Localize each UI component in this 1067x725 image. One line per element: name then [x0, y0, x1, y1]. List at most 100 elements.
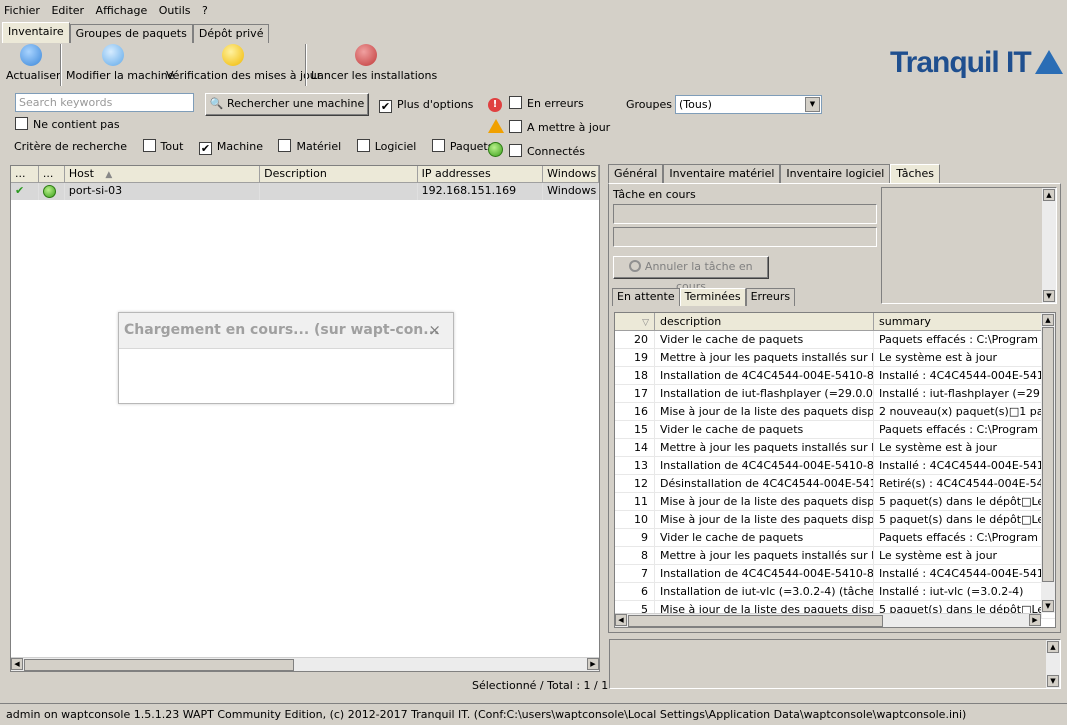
edit-machine-button[interactable]: Modifier la machine	[66, 44, 175, 88]
table-row[interactable]: 20 Vider le cache de paquets Paquets effac…	[615, 331, 1055, 349]
table-row[interactable]: 9 Vider le cache de paquets Paquets effacé…	[615, 529, 1055, 547]
output-vscrollbar[interactable]: ▲ ▼	[1046, 640, 1060, 688]
tab-inventaire-logiciel[interactable]: Inventaire logiciel	[780, 164, 891, 183]
scroll-down-icon[interactable]: ▼	[1042, 600, 1054, 612]
hosts-hscrollbar[interactable]: ◀ ▶	[11, 657, 599, 671]
tab-depot-prive[interactable]: Dépôt privé	[192, 24, 270, 43]
task-summary: Installé : iut-flashplayer (=29.0.0	[874, 385, 1042, 402]
refresh-button[interactable]: Actualiser	[6, 44, 61, 88]
table-row[interactable]: 18 Installation de 4C4C4544-004E-5410-80.…	[615, 367, 1055, 385]
launch-install-button[interactable]: Lancer les installations	[311, 44, 437, 88]
col-status[interactable]: ...	[11, 166, 39, 182]
col-id[interactable]: ▽	[615, 313, 655, 330]
col-summary[interactable]: summary	[874, 313, 1042, 330]
col-connection[interactable]: ...	[39, 166, 65, 182]
table-row[interactable]: 7 Installation de 4C4C4544-004E-5410-80..…	[615, 565, 1055, 583]
table-row[interactable]: 8 Mettre à jour les paquets installés sur…	[615, 547, 1055, 565]
col-windows[interactable]: Windows v	[543, 166, 599, 182]
task-description: Installation de iut-vlc (=3.0.2-4) (tâch…	[655, 583, 874, 600]
task-summary: Paquets effacés : C:\Program File	[874, 331, 1042, 348]
loading-dialog: Chargement en cours... (sur wapt-con... …	[118, 312, 454, 404]
more-options-checkbox[interactable]: ✔	[379, 100, 392, 113]
menu-affichage[interactable]: Affichage	[92, 0, 152, 22]
scroll-up-icon[interactable]: ▲	[1042, 314, 1054, 326]
scroll-thumb[interactable]	[24, 659, 294, 671]
task-summary: Installé : iut-vlc (=3.0.2-4)	[874, 583, 1042, 600]
tab-general[interactable]: Général	[608, 164, 664, 183]
log-vscrollbar[interactable]: ▲ ▼	[1042, 188, 1056, 303]
sort-descending-icon: ▽	[642, 318, 649, 328]
tab-erreurs[interactable]: Erreurs	[745, 288, 796, 306]
scroll-thumb[interactable]	[628, 615, 883, 627]
not-contains-option[interactable]: Ne contient pas	[15, 117, 120, 131]
task-description: Installation de iut-flashplayer (=29.0.0…	[655, 385, 874, 402]
criteria-paquets-checkbox[interactable]	[431, 139, 445, 152]
task-id: 7	[615, 565, 655, 582]
tasks-grid-header: ▽ description summary	[615, 313, 1055, 331]
tab-inventaire-materiel[interactable]: Inventaire matériel	[663, 164, 781, 183]
col-ip[interactable]: IP addresses	[418, 166, 544, 182]
criteria-tout-checkbox[interactable]	[142, 139, 156, 152]
table-row[interactable]: 10 Mise à jour de la liste des paquets di…	[615, 511, 1055, 529]
tab-groupes-paquets[interactable]: Groupes de paquets	[69, 24, 193, 43]
table-row[interactable]: 19 Mettre à jour les paquets installés su…	[615, 349, 1055, 367]
table-row[interactable]: 6 Installation de iut-vlc (=3.0.2-4) (tâc…	[615, 583, 1055, 601]
table-row[interactable]: 14 Mettre à jour les paquets installés su…	[615, 439, 1055, 457]
filter-connected[interactable]: Connectés	[488, 142, 585, 158]
col-host[interactable]: Host ▲	[65, 166, 261, 182]
scroll-right-icon[interactable]: ▶	[587, 658, 599, 670]
close-icon[interactable]: ×	[428, 321, 441, 339]
scroll-left-icon[interactable]: ◀	[615, 614, 627, 626]
table-row[interactable]: 12 Désinstallation de 4C4C4544-004E-5410.…	[615, 475, 1055, 493]
table-row[interactable]: 11 Mise à jour de la liste des paquets di…	[615, 493, 1055, 511]
update-checkbox[interactable]	[509, 120, 522, 133]
scroll-down-icon[interactable]: ▼	[1047, 675, 1059, 687]
menu-editer[interactable]: Editer	[47, 0, 88, 22]
menu-help[interactable]: ?	[198, 0, 212, 22]
errors-checkbox[interactable]	[509, 96, 522, 109]
menu-fichier[interactable]: Fichier	[0, 0, 44, 22]
scroll-right-icon[interactable]: ▶	[1029, 614, 1041, 626]
tab-inventaire[interactable]: Inventaire	[2, 22, 70, 43]
more-options-option[interactable]: ✔ Plus d'options	[379, 98, 473, 113]
task-summary: Le système est à jour	[874, 547, 1042, 564]
table-row[interactable]: 16 Mise à jour de la liste des paquets di…	[615, 403, 1055, 421]
criteria-materiel-checkbox[interactable]	[278, 139, 292, 152]
tab-en-attente[interactable]: En attente	[612, 288, 680, 306]
table-row[interactable]: 13 Installation de 4C4C4544-004E-5410-80.…	[615, 457, 1055, 475]
task-id: 17	[615, 385, 655, 402]
tasks-vscrollbar[interactable]: ▲ ▼	[1041, 313, 1055, 613]
check-updates-button[interactable]: Vérification des mises à jour	[166, 44, 321, 88]
task-description: Mettre à jour les paquets installés sur …	[655, 547, 874, 564]
criteria-machine-checkbox[interactable]: ✔	[198, 142, 212, 155]
col-description[interactable]: Description	[260, 166, 418, 182]
cancel-task-button[interactable]: Annuler la tâche en cours	[613, 256, 769, 293]
tasks-hscrollbar[interactable]: ◀ ▶	[615, 613, 1041, 627]
scroll-up-icon[interactable]: ▲	[1043, 189, 1055, 201]
criteria-logiciel-checkbox[interactable]	[356, 139, 370, 152]
search-criteria: Critère de recherche Tout ✔ Machine Matér…	[14, 139, 494, 155]
scroll-left-icon[interactable]: ◀	[11, 658, 23, 670]
groups-select[interactable]: (Tous) ▼	[675, 95, 822, 114]
selection-count: Sélectionné / Total : 1 / 1	[472, 679, 609, 692]
menu-outils[interactable]: Outils	[155, 0, 195, 22]
scroll-up-icon[interactable]: ▲	[1047, 641, 1059, 653]
search-machine-button[interactable]: 🔍 Rechercher une machine	[205, 93, 369, 116]
tab-taches[interactable]: Tâches	[890, 164, 940, 183]
filter-errors[interactable]: ! En erreurs	[488, 96, 584, 112]
table-row[interactable]: 15 Vider le cache de paquets Paquets effac…	[615, 421, 1055, 439]
connected-checkbox[interactable]	[509, 144, 522, 157]
col-task-description[interactable]: description	[655, 313, 874, 330]
task-id: 18	[615, 367, 655, 384]
not-contains-checkbox[interactable]	[15, 117, 28, 130]
table-row[interactable]: ✔ port-si-03 192.168.151.169 Windows 7	[11, 183, 599, 200]
scroll-down-icon[interactable]: ▼	[1043, 290, 1055, 302]
task-description: Mise à jour de la liste des paquets disp…	[655, 511, 874, 528]
filter-update[interactable]: A mettre à jour	[488, 119, 610, 134]
table-row[interactable]: 17 Installation de iut-flashplayer (=29.0…	[615, 385, 1055, 403]
tab-terminees[interactable]: Terminées	[679, 288, 746, 306]
pencil-icon	[102, 44, 124, 66]
search-input[interactable]	[15, 93, 194, 112]
scroll-thumb[interactable]	[1042, 327, 1054, 582]
status-bar: admin on waptconsole 1.5.1.23 WAPT Commu…	[0, 703, 1067, 725]
